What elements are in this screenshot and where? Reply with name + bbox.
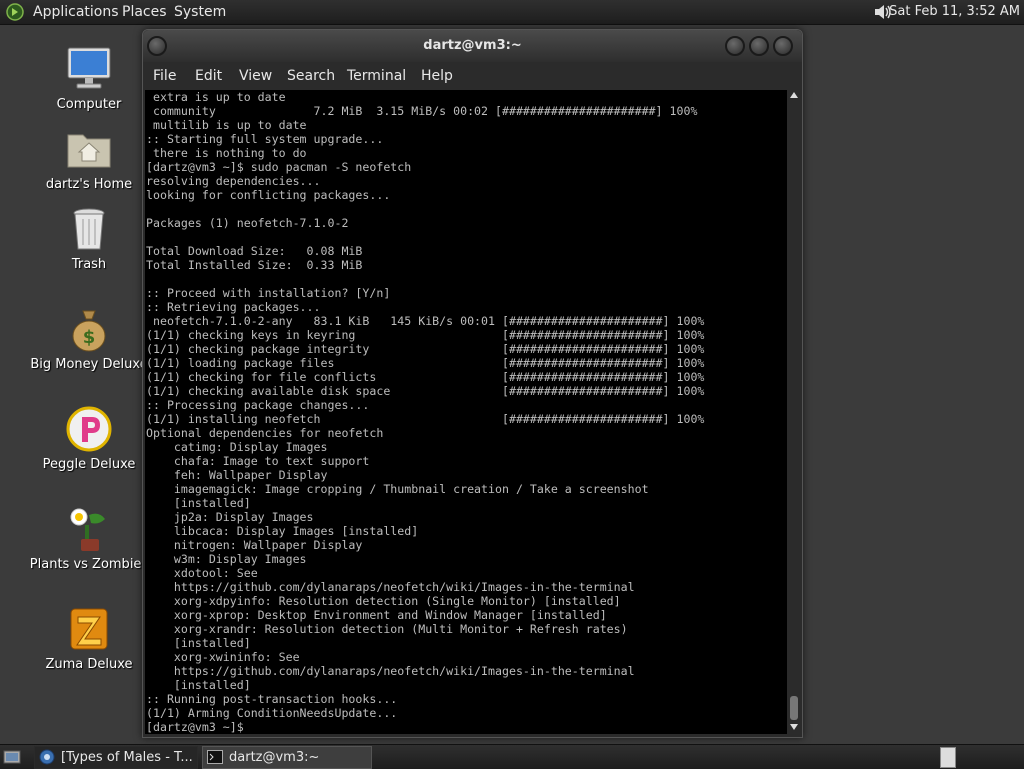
zuma-icon bbox=[70, 608, 108, 650]
desktop-icon-plants-vs-zombies[interactable]: Plants vs Zombies bbox=[29, 505, 149, 572]
applications-menu[interactable]: Applications bbox=[33, 4, 119, 20]
desktop-icon-label: Zuma Deluxe bbox=[45, 657, 133, 672]
gnome-foot-icon[interactable] bbox=[6, 3, 24, 21]
clock[interactable]: Sat Feb 11, 3:52 AM bbox=[889, 4, 1020, 19]
window-title: dartz@vm3:~ bbox=[423, 38, 522, 53]
desktop-icon-big-money[interactable]: $ Big Money Deluxe bbox=[29, 305, 149, 372]
taskbar-item-terminal[interactable]: dartz@vm3:~ bbox=[202, 746, 372, 769]
desktop-icon-computer[interactable]: Computer bbox=[29, 45, 149, 112]
money-bag-icon: $ bbox=[72, 310, 106, 352]
browser-icon bbox=[39, 749, 55, 765]
plants-icon bbox=[70, 508, 105, 551]
maximize-button[interactable] bbox=[749, 36, 769, 56]
minimize-button[interactable] bbox=[725, 36, 745, 56]
menu-help[interactable]: Help bbox=[421, 68, 453, 84]
desktop-icon-trash[interactable]: Trash bbox=[29, 205, 149, 272]
desktop-icon-label: Plants vs Zombies bbox=[29, 557, 149, 572]
desktop-icon-label: Big Money Deluxe bbox=[30, 357, 148, 372]
home-folder-icon bbox=[67, 134, 111, 168]
taskbar-item-label: dartz@vm3:~ bbox=[229, 750, 320, 765]
scrollbar-thumb[interactable] bbox=[790, 696, 798, 720]
menu-search[interactable]: Search bbox=[287, 68, 335, 84]
computer-icon bbox=[67, 47, 111, 89]
terminal-text: extra is up to date community 7.2 MiB 3.… bbox=[146, 90, 705, 734]
window-titlebar[interactable]: dartz@vm3:~ bbox=[143, 30, 802, 62]
terminal-scrollbar[interactable] bbox=[788, 90, 800, 734]
menu-terminal[interactable]: Terminal bbox=[347, 68, 406, 84]
menu-view[interactable]: View bbox=[239, 68, 272, 84]
menu-edit[interactable]: Edit bbox=[195, 68, 222, 84]
desktop-icon-zuma[interactable]: Zuma Deluxe bbox=[29, 605, 149, 672]
terminal-menubar: File Edit View Search Terminal Help bbox=[143, 62, 802, 90]
desktop-icon-label: Trash bbox=[71, 257, 107, 272]
scroll-up-arrow-icon[interactable] bbox=[790, 92, 798, 98]
taskbar-item-browser[interactable]: [Types of Males - T... bbox=[34, 746, 198, 769]
show-desktop-icon[interactable] bbox=[3, 748, 21, 765]
system-menu[interactable]: System bbox=[174, 4, 226, 20]
terminal-window[interactable]: dartz@vm3:~ File Edit View Search Termin… bbox=[142, 29, 803, 738]
window-menu-button[interactable] bbox=[147, 36, 167, 56]
peggle-icon bbox=[66, 406, 112, 452]
workspace-switcher[interactable] bbox=[940, 747, 956, 768]
terminal-icon bbox=[207, 750, 223, 764]
desktop-icon-peggle[interactable]: Peggle Deluxe bbox=[29, 405, 149, 472]
taskbar-item-label: [Types of Males - T... bbox=[61, 750, 193, 765]
terminal-output[interactable]: extra is up to date community 7.2 MiB 3.… bbox=[145, 90, 787, 734]
close-button[interactable] bbox=[773, 36, 793, 56]
trash-icon bbox=[73, 208, 105, 250]
places-menu[interactable]: Places bbox=[122, 4, 167, 20]
svg-text:$: $ bbox=[83, 327, 96, 348]
desktop-icon-label: Peggle Deluxe bbox=[42, 457, 136, 472]
bottom-panel: [Types of Males - T... dartz@vm3:~ bbox=[0, 744, 1024, 769]
desktop-icon-label: dartz's Home bbox=[45, 177, 133, 192]
menu-file[interactable]: File bbox=[153, 68, 176, 84]
scroll-down-arrow-icon[interactable] bbox=[790, 724, 798, 730]
desktop-icon-home[interactable]: dartz's Home bbox=[29, 125, 149, 192]
desktop-icon-label: Computer bbox=[56, 97, 122, 112]
top-panel: Applications Places System Sat Feb 11, 3… bbox=[0, 0, 1024, 25]
